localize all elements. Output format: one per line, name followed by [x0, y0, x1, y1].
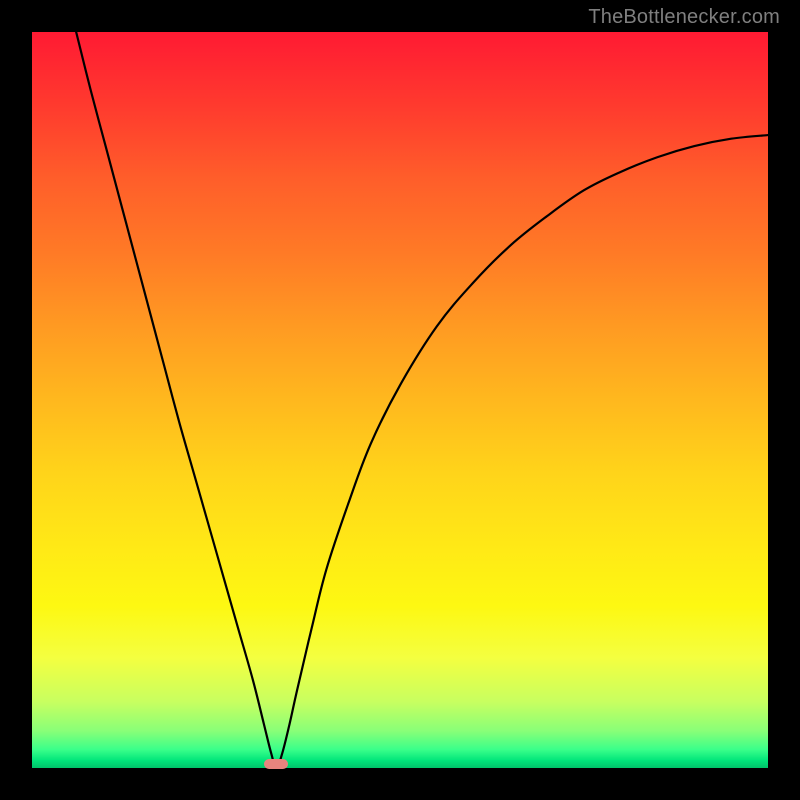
optimum-marker	[264, 759, 288, 769]
plot-area	[32, 32, 768, 768]
bottleneck-curve	[76, 32, 768, 768]
watermark-text: TheBottlenecker.com	[588, 6, 780, 29]
chart-frame: TheBottlenecker.com	[0, 0, 800, 800]
curve-svg	[32, 32, 768, 768]
